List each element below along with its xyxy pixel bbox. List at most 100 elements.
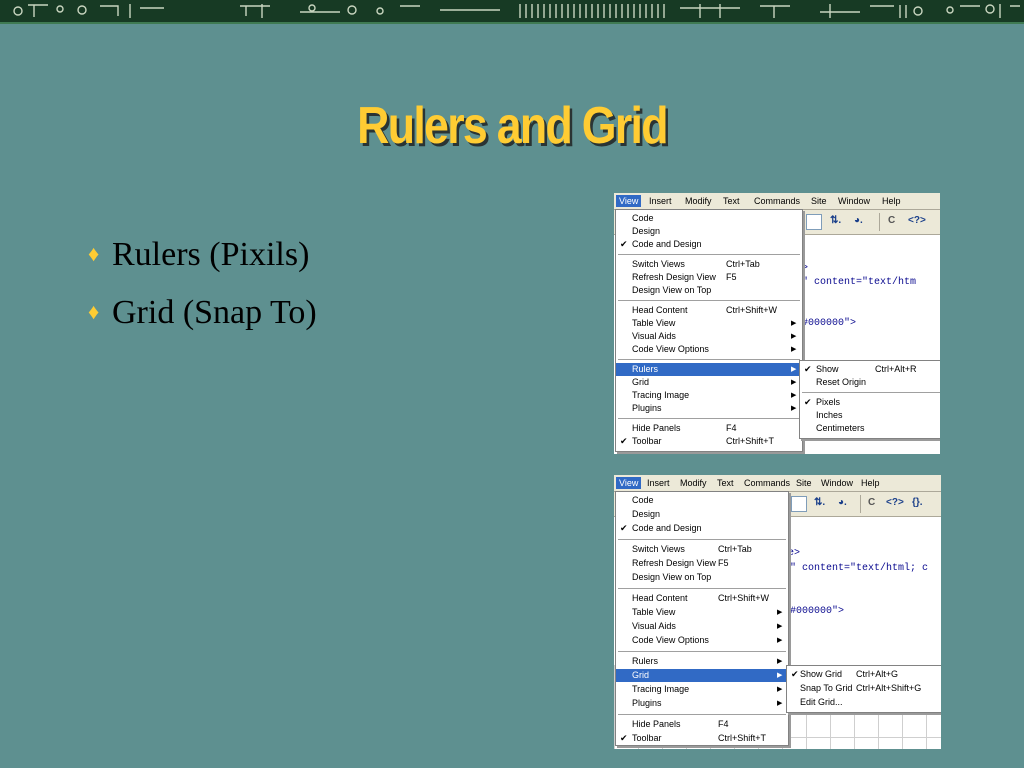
shortcut: Ctrl+Shift+T bbox=[726, 436, 775, 446]
menu-item-head-content[interactable]: Head Content Ctrl+Shift+W bbox=[616, 592, 788, 605]
submenu-arrow-icon: ▶ bbox=[791, 346, 797, 353]
menu-item-code-and-design[interactable]: ✔ Code and Design bbox=[616, 238, 802, 251]
shortcut: Ctrl+Tab bbox=[718, 544, 752, 554]
menu-item-code-view-options[interactable]: Code View Options ▶ bbox=[616, 634, 788, 647]
view-menu: Code Design ✔ Code and Design Switch View… bbox=[615, 491, 789, 746]
menu-item-design[interactable]: Design bbox=[616, 508, 788, 521]
menu-view[interactable]: View bbox=[616, 195, 642, 207]
checkmark-icon: ✔ bbox=[620, 436, 628, 446]
rulers-submenu: ✔ Show Ctrl+Alt+R Reset Origin ✔ Pixels Inc… bbox=[799, 360, 940, 439]
menu-item-code-view-options[interactable]: Code View Options ▶ bbox=[616, 343, 802, 356]
menu-item-edit-grid[interactable]: Edit Grid... bbox=[787, 696, 941, 709]
menu-item-plugins[interactable]: Plugins ▶ bbox=[616, 402, 802, 415]
menu-item-toolbar[interactable]: ✔ Toolbar Ctrl+Shift+T bbox=[616, 435, 802, 448]
bullet-rulers: ♦ Rulers (Pixils) bbox=[88, 232, 317, 290]
menu-item-table-view[interactable]: Table View ▶ bbox=[616, 317, 802, 330]
shortcut: Ctrl+Alt+Shift+G bbox=[856, 683, 922, 693]
menu-help[interactable]: Help bbox=[858, 477, 883, 489]
menu-commands[interactable]: Commands bbox=[751, 195, 803, 207]
menu-item-plugins[interactable]: Plugins ▶ bbox=[616, 697, 788, 710]
submenu-arrow-icon: ▶ bbox=[777, 637, 783, 644]
menu-item-pixels[interactable]: ✔ Pixels bbox=[800, 396, 940, 409]
menu-item-design-view-on-top[interactable]: Design View on Top bbox=[616, 571, 788, 584]
menu-item-grid[interactable]: Grid ▶ bbox=[616, 669, 788, 682]
code-line: #000000"> bbox=[790, 606, 845, 617]
menu-item-show-rulers[interactable]: ✔ Show Ctrl+Alt+R bbox=[800, 363, 940, 376]
menu-item-head-content[interactable]: Head Content Ctrl+Shift+W bbox=[616, 304, 802, 317]
menu-item-rulers[interactable]: Rulers ▶ bbox=[616, 363, 802, 376]
shortcut: Ctrl+Alt+R bbox=[875, 364, 917, 374]
menu-item-refresh-design-view[interactable]: Refresh Design View F5 bbox=[616, 557, 788, 570]
shortcut: F5 bbox=[726, 272, 737, 282]
menu-item-switch-views[interactable]: Switch Views Ctrl+Tab bbox=[616, 258, 802, 271]
menu-item-switch-views[interactable]: Switch Views Ctrl+Tab bbox=[616, 543, 788, 556]
refresh-icon[interactable]: C bbox=[868, 497, 875, 509]
menu-view[interactable]: View bbox=[616, 477, 642, 489]
menu-commands[interactable]: Commands bbox=[741, 477, 793, 489]
shortcut: Ctrl+Shift+W bbox=[726, 305, 778, 315]
title-field[interactable] bbox=[791, 496, 807, 512]
menu-text[interactable]: Text bbox=[720, 195, 743, 207]
menu-item-table-view[interactable]: Table View ▶ bbox=[616, 606, 788, 619]
refresh-icon[interactable]: C bbox=[888, 215, 895, 227]
menu-item-refresh-design-view[interactable]: Refresh Design View F5 bbox=[616, 271, 802, 284]
shortcut: Ctrl+Tab bbox=[726, 259, 760, 269]
menu-item-reset-origin[interactable]: Reset Origin bbox=[800, 376, 940, 389]
preview-globe-icon[interactable]: ◕. bbox=[854, 215, 863, 227]
code-line: " content="text/html; c bbox=[790, 563, 929, 574]
menu-item-inches[interactable]: Inches bbox=[800, 409, 940, 422]
submenu-arrow-icon: ▶ bbox=[791, 333, 797, 340]
menu-bar: View Insert Modify Text Commands Site Wi… bbox=[614, 193, 940, 210]
file-management-icon[interactable]: ⇅. bbox=[830, 215, 841, 227]
menu-separator bbox=[618, 714, 786, 715]
menu-item-hide-panels[interactable]: Hide Panels F4 bbox=[616, 422, 802, 435]
menu-item-tracing-image[interactable]: Tracing Image ▶ bbox=[616, 389, 802, 402]
menu-insert[interactable]: Insert bbox=[646, 195, 675, 207]
menu-modify[interactable]: Modify bbox=[677, 477, 710, 489]
menu-item-toolbar[interactable]: ✔ Toolbar Ctrl+Shift+T bbox=[616, 732, 788, 745]
file-management-icon[interactable]: ⇅. bbox=[814, 497, 825, 509]
menu-item-visual-aids[interactable]: Visual Aids ▶ bbox=[616, 620, 788, 633]
code-line: " content="text/htm bbox=[802, 277, 917, 288]
submenu-arrow-icon: ▶ bbox=[791, 320, 797, 327]
menu-site[interactable]: Site bbox=[793, 477, 815, 489]
menu-help[interactable]: Help bbox=[879, 195, 904, 207]
menu-item-show-grid[interactable]: ✔ Show Grid Ctrl+Alt+G bbox=[787, 668, 941, 681]
menu-item-code[interactable]: Code bbox=[616, 494, 788, 507]
slide-title: Rulers and Grid bbox=[357, 97, 668, 155]
submenu-arrow-icon: ▶ bbox=[777, 700, 783, 707]
menu-item-code-and-design[interactable]: ✔ Code and Design bbox=[616, 522, 788, 535]
menu-modify[interactable]: Modify bbox=[682, 195, 715, 207]
menu-item-snap-to-grid[interactable]: Snap To Grid Ctrl+Alt+Shift+G bbox=[787, 682, 941, 695]
menu-item-visual-aids[interactable]: Visual Aids ▶ bbox=[616, 330, 802, 343]
menu-window[interactable]: Window bbox=[818, 477, 856, 489]
menu-item-design-view-on-top[interactable]: Design View on Top bbox=[616, 284, 802, 297]
menu-item-rulers[interactable]: Rulers ▶ bbox=[616, 655, 788, 668]
submenu-arrow-icon: ▶ bbox=[777, 609, 783, 616]
submenu-arrow-icon: ▶ bbox=[777, 686, 783, 693]
code-navigation-icon[interactable]: <?> bbox=[886, 497, 904, 509]
braces-icon[interactable]: {}. bbox=[912, 497, 923, 509]
menu-text[interactable]: Text bbox=[714, 477, 737, 489]
menu-item-hide-panels[interactable]: Hide Panels F4 bbox=[616, 718, 788, 731]
menu-separator bbox=[618, 539, 786, 540]
shortcut: F4 bbox=[726, 423, 737, 433]
menu-item-grid[interactable]: Grid ▶ bbox=[616, 376, 802, 389]
menu-item-centimeters[interactable]: Centimeters bbox=[800, 422, 940, 435]
code-line: e> bbox=[788, 548, 801, 559]
menu-window[interactable]: Window bbox=[835, 195, 873, 207]
preview-globe-icon[interactable]: ◕. bbox=[838, 497, 847, 509]
menu-item-tracing-image[interactable]: Tracing Image ▶ bbox=[616, 683, 788, 696]
diamond-bullet-icon: ♦ bbox=[88, 241, 100, 266]
menu-insert[interactable]: Insert bbox=[644, 477, 673, 489]
submenu-arrow-icon: ▶ bbox=[791, 392, 797, 399]
menu-item-design[interactable]: Design bbox=[616, 225, 802, 238]
checkmark-icon: ✔ bbox=[620, 523, 628, 533]
grid-submenu: ✔ Show Grid Ctrl+Alt+G Snap To Grid Ctrl+Al… bbox=[786, 665, 941, 713]
code-navigation-icon[interactable]: <?> bbox=[908, 215, 926, 227]
menu-site[interactable]: Site bbox=[808, 195, 830, 207]
title-field[interactable] bbox=[806, 214, 822, 230]
submenu-arrow-icon: ▶ bbox=[791, 379, 797, 386]
checkmark-icon: ✔ bbox=[791, 669, 799, 679]
menu-item-code[interactable]: Code bbox=[616, 212, 802, 225]
